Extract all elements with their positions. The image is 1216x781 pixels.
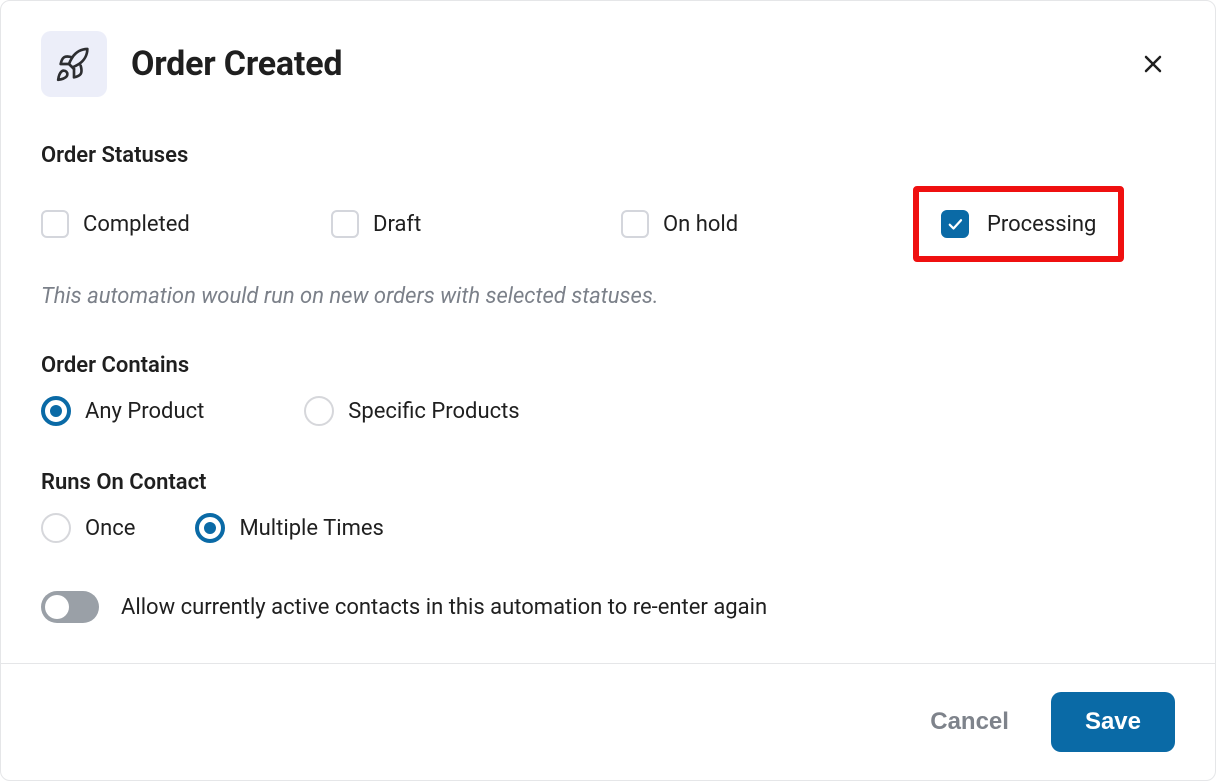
runs-on-contact-label: Runs On Contact	[41, 470, 1175, 495]
status-label-draft: Draft	[373, 212, 421, 237]
order-statuses-section: Order Statuses Completed Draft On hold	[41, 143, 1175, 309]
save-button[interactable]: Save	[1051, 692, 1175, 752]
order-contains-options: Any Product Specific Products	[41, 396, 1175, 426]
order-statuses-label: Order Statuses	[41, 143, 1175, 168]
checkbox-draft[interactable]	[331, 210, 359, 238]
rocket-icon-box	[41, 31, 107, 97]
checkbox-processing[interactable]	[941, 210, 969, 238]
radio-label-specific-products: Specific Products	[348, 399, 519, 424]
order-statuses-help: This automation would run on new orders …	[41, 284, 1175, 309]
check-icon	[946, 215, 964, 233]
dialog-header: Order Created	[41, 31, 1175, 97]
status-item-on-hold[interactable]: On hold	[621, 210, 913, 238]
radio-input-specific-products[interactable]	[304, 396, 334, 426]
dialog-footer: Cancel Save	[1, 663, 1215, 780]
dialog-title: Order Created	[131, 44, 342, 84]
dialog-body: Order Created Order Statuses Completed D…	[1, 1, 1215, 663]
radio-any-product[interactable]: Any Product	[41, 396, 204, 426]
status-label-on-hold: On hold	[663, 212, 738, 237]
radio-label-once: Once	[85, 516, 135, 541]
order-created-dialog: Order Created Order Statuses Completed D…	[0, 0, 1216, 781]
close-icon	[1141, 51, 1165, 77]
reenter-toggle-row: Allow currently active contacts in this …	[41, 591, 1175, 623]
order-statuses-row: Completed Draft On hold Process	[41, 186, 1175, 262]
radio-once[interactable]: Once	[41, 513, 135, 543]
checkbox-completed[interactable]	[41, 210, 69, 238]
runs-on-contact-section: Runs On Contact Once Multiple Times	[41, 470, 1175, 543]
status-item-completed[interactable]: Completed	[41, 210, 331, 238]
checkbox-on-hold[interactable]	[621, 210, 649, 238]
order-contains-label: Order Contains	[41, 353, 1175, 378]
cancel-button[interactable]: Cancel	[924, 707, 1015, 737]
radio-label-multiple-times: Multiple Times	[239, 516, 383, 541]
radio-input-once[interactable]	[41, 513, 71, 543]
rocket-icon	[54, 44, 94, 84]
reenter-toggle[interactable]	[41, 591, 99, 623]
toggle-knob	[45, 595, 69, 619]
radio-input-multiple-times[interactable]	[195, 513, 225, 543]
radio-specific-products[interactable]: Specific Products	[304, 396, 519, 426]
close-button[interactable]	[1135, 46, 1171, 82]
radio-multiple-times[interactable]: Multiple Times	[195, 513, 383, 543]
status-label-processing: Processing	[987, 212, 1096, 237]
radio-label-any-product: Any Product	[85, 399, 204, 424]
status-label-completed: Completed	[83, 212, 190, 237]
order-contains-section: Order Contains Any Product Specific Prod…	[41, 353, 1175, 426]
radio-input-any-product[interactable]	[41, 396, 71, 426]
status-item-draft[interactable]: Draft	[331, 210, 621, 238]
reenter-toggle-label: Allow currently active contacts in this …	[121, 595, 767, 620]
status-item-processing-highlight: Processing	[913, 186, 1124, 262]
runs-on-contact-options: Once Multiple Times	[41, 513, 1175, 543]
title-wrap: Order Created	[41, 31, 342, 97]
